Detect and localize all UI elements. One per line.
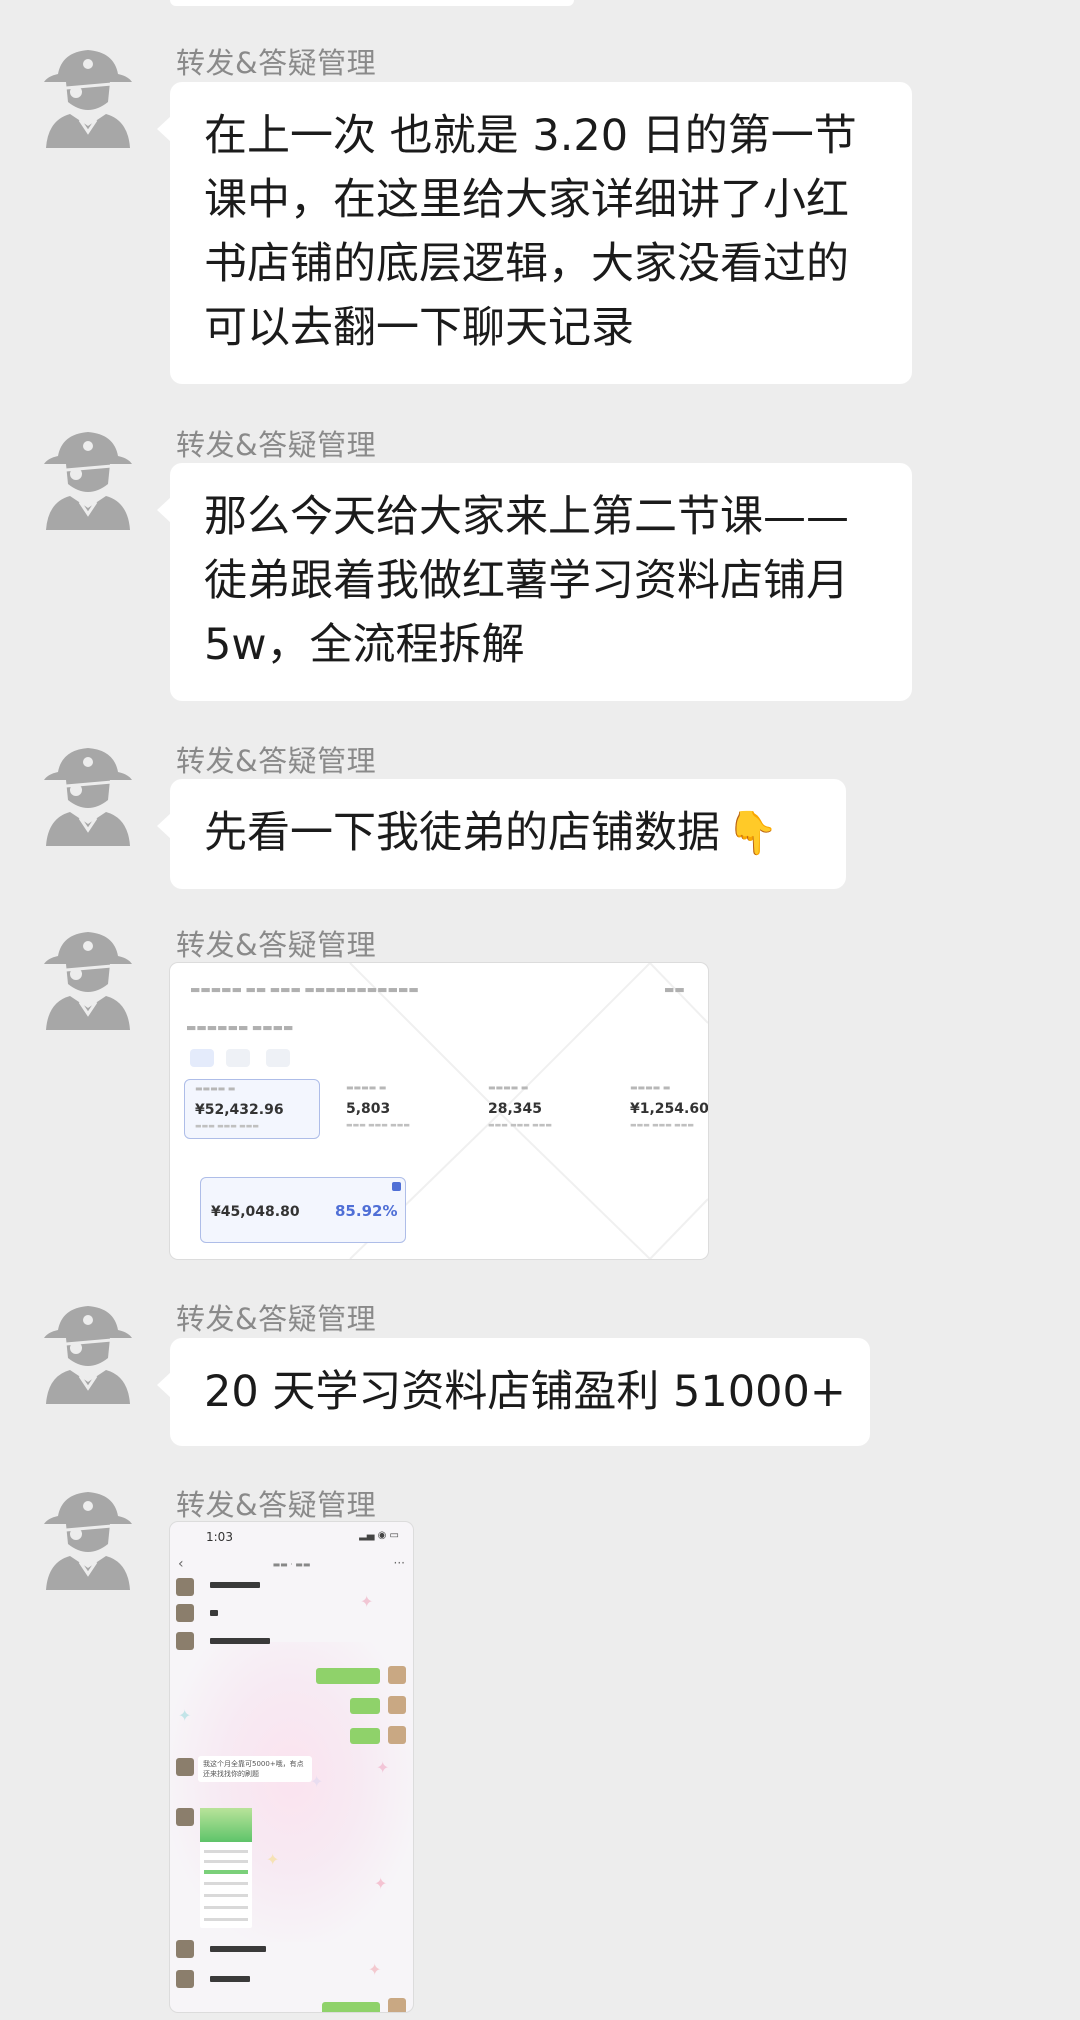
card-row xyxy=(204,1860,248,1863)
message-line: 5w，全流程拆解 xyxy=(204,620,525,670)
metric-label: ▬▬▬▬ ▬ xyxy=(195,1084,236,1093)
metric-value: ¥1,254.60 xyxy=(630,1101,708,1117)
card-row xyxy=(204,1894,248,1897)
star-icon: ✦ xyxy=(368,1960,382,1979)
user-avatar xyxy=(388,1726,406,1744)
pirate-avatar-icon[interactable] xyxy=(36,40,140,148)
pirate-avatar-icon[interactable] xyxy=(36,1296,140,1404)
message-line: 课中，在这里给大家详细讲了小红 xyxy=(204,175,849,225)
star-icon: ✦ xyxy=(360,1592,374,1611)
metric-value: ¥52,432.96 xyxy=(195,1102,284,1118)
sent-bubble xyxy=(322,2002,380,2012)
contact-avatar xyxy=(176,1758,194,1776)
message-bubble[interactable]: 在上一次 也就是 3.20 日的第一节 课中，在这里给大家详细讲了小红 书店铺的… xyxy=(157,82,912,384)
contact-avatar xyxy=(176,1940,194,1958)
sender-name: 转发&答疑管理 xyxy=(176,744,377,778)
card-row xyxy=(204,1850,248,1853)
message-bubble[interactable]: 20 天学习资料店铺盈利 51000+ xyxy=(157,1338,870,1446)
tab-3[interactable] xyxy=(266,1049,290,1067)
card-row xyxy=(204,1882,248,1885)
metric-value: 28,345 xyxy=(488,1101,543,1117)
dashboard-subheader: ▬▬▬▬▬▬ ▬▬▬▬ xyxy=(186,1021,294,1034)
sent-bubble xyxy=(350,1728,380,1744)
redacted-text xyxy=(210,1610,218,1616)
chat-screenshot-image[interactable]: 1:03 ▂▄ ◉ ▭ ‹ ▬▬ · ▬▬ ··· ✦ ✦ ✦ ✦ ✦ ✦ ✦ … xyxy=(170,1522,413,2012)
export-link: ▬▬ xyxy=(664,983,685,996)
pirate-avatar-icon[interactable] xyxy=(36,738,140,846)
metric-sub: ▬▬▬ ▬▬▬ ▬▬▬ xyxy=(195,1122,259,1130)
card-row xyxy=(204,1906,248,1909)
star-icon: ✦ xyxy=(178,1706,192,1725)
message-line: 20 天学习资料店铺盈利 51000+ xyxy=(204,1367,846,1417)
sender-name: 转发&答疑管理 xyxy=(176,46,377,80)
star-icon: ✦ xyxy=(310,1772,324,1791)
pirate-avatar-icon[interactable] xyxy=(36,922,140,1030)
message-line: 徒弟跟着我做红薯学习资料店铺月 xyxy=(204,556,849,606)
user-avatar xyxy=(388,1696,406,1714)
star-icon: ✦ xyxy=(266,1850,280,1869)
metric-card[interactable]: ▬▬▬▬ ▬ 5,803 ▬▬▬ ▬▬▬ ▬▬▬ xyxy=(336,1079,468,1137)
card-row-highlight xyxy=(204,1870,248,1874)
star-icon: ✦ xyxy=(374,1874,388,1893)
metric-label: ▬▬▬▬ ▬ xyxy=(488,1083,529,1092)
redacted-text xyxy=(210,1638,270,1644)
redacted-text xyxy=(210,1976,250,1982)
signal-battery-icon: ▂▄ ◉ ▭ xyxy=(359,1530,399,1541)
shared-card xyxy=(200,1808,252,1928)
tab-2[interactable] xyxy=(226,1049,250,1067)
message-bubble[interactable]: 那么今天给大家来上第二节课—— 徒弟跟着我做红薯学习资料店铺月 5w，全流程拆解 xyxy=(157,463,912,701)
sender-name: 转发&答疑管理 xyxy=(176,428,377,462)
received-bubble: 我这个月全靠可5000+哦，有点还来找找你的刷题 xyxy=(198,1756,312,1782)
status-time: 1:03 xyxy=(206,1530,233,1544)
tab-all[interactable] xyxy=(190,1049,214,1067)
metric-value: ¥45,048.80 xyxy=(211,1204,300,1220)
contact-avatar xyxy=(176,1808,194,1826)
message-line: 书店铺的底层逻辑，大家没看过的 xyxy=(204,239,849,289)
metric-sub: ▬▬▬ ▬▬▬ ▬▬▬ xyxy=(488,1121,552,1129)
metric-value: 5,803 xyxy=(346,1101,391,1117)
star-icon: ✦ xyxy=(376,1758,390,1777)
dashboard-screenshot-image[interactable]: ▬▬▬▬▬ ▬▬ ▬▬▬ ▬▬▬▬▬▬▬▬▬▬▬ ▬▬ ▬▬▬▬▬▬ ▬▬▬▬ … xyxy=(170,963,708,1259)
dashboard-header: ▬▬▬▬▬ ▬▬ ▬▬▬ ▬▬▬▬▬▬▬▬▬▬▬ xyxy=(190,983,419,996)
user-avatar xyxy=(388,1666,406,1684)
metric-sub: ▬▬▬ ▬▬▬ ▬▬▬ xyxy=(630,1121,694,1129)
pirate-avatar-icon[interactable] xyxy=(36,422,140,530)
chat-title: ▬▬ · ▬▬ xyxy=(272,1560,311,1569)
contact-avatar xyxy=(176,1632,194,1650)
metric-label: ▬▬▬▬ ▬ xyxy=(630,1083,671,1092)
user-avatar xyxy=(388,1998,406,2012)
metric-card[interactable]: ▬▬▬▬ ▬ 28,345 ▬▬▬ ▬▬▬ ▬▬▬ xyxy=(478,1079,610,1137)
metric-sub: ▬▬▬ ▬▬▬ ▬▬▬ xyxy=(346,1121,410,1129)
metric-label: ▬▬▬▬ ▬ xyxy=(346,1083,387,1092)
corner-marker xyxy=(392,1182,401,1191)
contact-avatar xyxy=(176,1578,194,1596)
sent-bubble xyxy=(350,1698,380,1714)
message-bubble[interactable]: 先看一下我徒弟的店铺数据 👇 xyxy=(157,779,846,889)
metric-percentage: 85.92% xyxy=(335,1202,398,1220)
sender-name: 转发&答疑管理 xyxy=(176,928,377,962)
message-line: 在上一次 也就是 3.20 日的第一节 xyxy=(204,111,857,161)
card-header xyxy=(200,1808,252,1842)
metric-card[interactable]: ▬▬▬▬ ▬ ¥52,432.96 ▬▬▬ ▬▬▬ ▬▬▬ xyxy=(184,1079,320,1139)
card-row xyxy=(204,1918,248,1921)
sender-name: 转发&答疑管理 xyxy=(176,1488,377,1522)
pirate-avatar-icon[interactable] xyxy=(36,1482,140,1590)
pointing-down-hand-icon: 👇 xyxy=(726,808,779,857)
message-line: 先看一下我徒弟的店铺数据 👇 xyxy=(204,801,812,865)
redacted-text xyxy=(210,1582,260,1588)
contact-avatar xyxy=(176,1604,194,1622)
previous-bubble-edge xyxy=(170,0,574,6)
metric-card-highlight[interactable]: ¥45,048.80 85.92% xyxy=(200,1177,406,1243)
metric-card[interactable]: ▬▬▬▬ ▬ ¥1,254.60 ▬▬▬ ▬▬▬ ▬▬▬ xyxy=(620,1079,708,1137)
more-icon: ··· xyxy=(393,1556,405,1570)
message-text: 先看一下我徒弟的店铺数据 xyxy=(204,808,720,858)
sender-name: 转发&答疑管理 xyxy=(176,1302,377,1336)
message-line: 那么今天给大家来上第二节课—— xyxy=(204,492,849,542)
contact-avatar xyxy=(176,1970,194,1988)
sent-bubble xyxy=(316,1668,380,1684)
redacted-text xyxy=(210,1946,266,1952)
message-line: 可以去翻一下聊天记录 xyxy=(204,303,634,353)
